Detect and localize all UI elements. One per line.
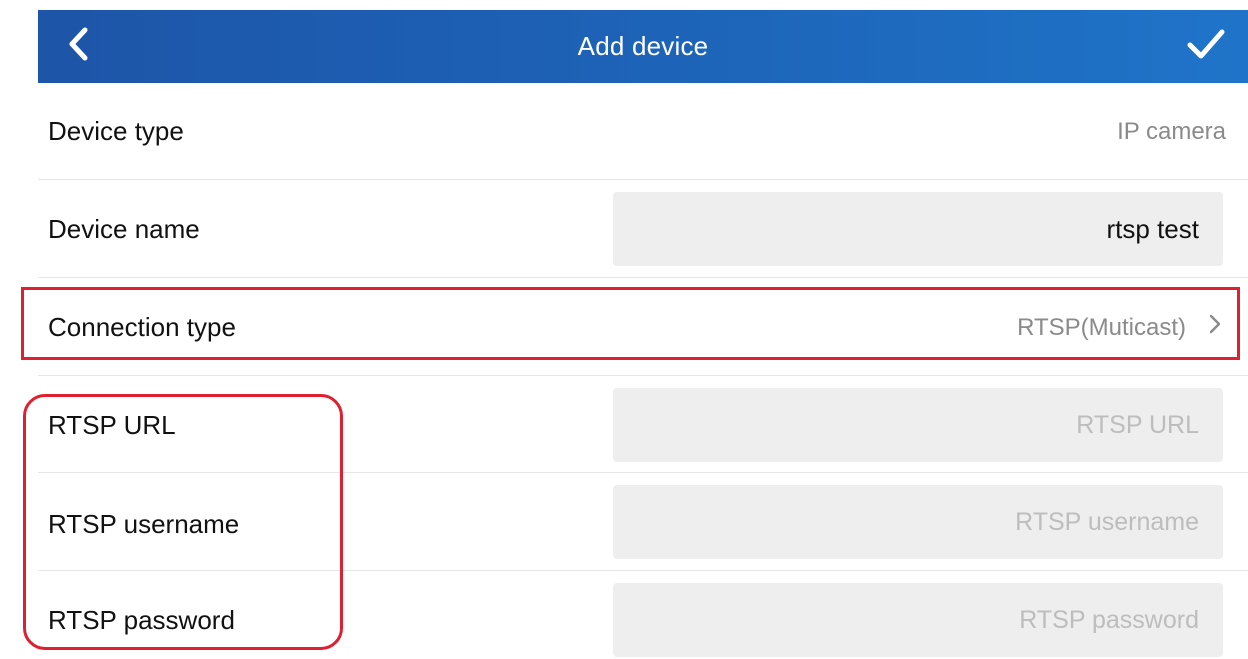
- connection-type-value: RTSP(Muticast): [1017, 313, 1186, 341]
- rtsp-username-row: RTSP username RTSP username: [38, 473, 1248, 571]
- rtsp-username-label: RTSP username: [48, 509, 240, 539]
- app-header: Add device: [38, 10, 1248, 83]
- connection-type-selector[interactable]: RTSP(Muticast): [1017, 313, 1222, 342]
- rtsp-url-label: RTSP URL: [48, 410, 176, 440]
- device-type-label: Device type: [48, 116, 184, 146]
- rtsp-url-input[interactable]: RTSP URL: [613, 388, 1223, 462]
- add-device-screen: Add device Device type IP camera Device …: [0, 0, 1248, 659]
- device-type-row: Device type IP camera: [38, 83, 1248, 180]
- connection-type-row[interactable]: Connection type RTSP(Muticast): [38, 278, 1248, 376]
- connection-type-label: Connection type: [48, 312, 236, 342]
- page-title: Add device: [577, 31, 709, 61]
- rtsp-password-row: RTSP password RTSP password: [38, 571, 1248, 659]
- rtsp-password-input[interactable]: RTSP password: [613, 583, 1223, 657]
- device-name-input[interactable]: rtsp test: [613, 192, 1223, 266]
- device-type-value: IP camera: [1117, 118, 1226, 145]
- chevron-right-icon: [1208, 313, 1222, 342]
- rtsp-username-input[interactable]: RTSP username: [613, 485, 1223, 559]
- rtsp-password-label: RTSP password: [48, 605, 235, 635]
- checkmark-icon: [1186, 27, 1226, 66]
- device-name-label: Device name: [48, 214, 200, 244]
- rtsp-url-row: RTSP URL RTSP URL: [38, 376, 1248, 473]
- device-name-row: Device name rtsp test: [38, 180, 1248, 278]
- confirm-button[interactable]: [1182, 24, 1230, 68]
